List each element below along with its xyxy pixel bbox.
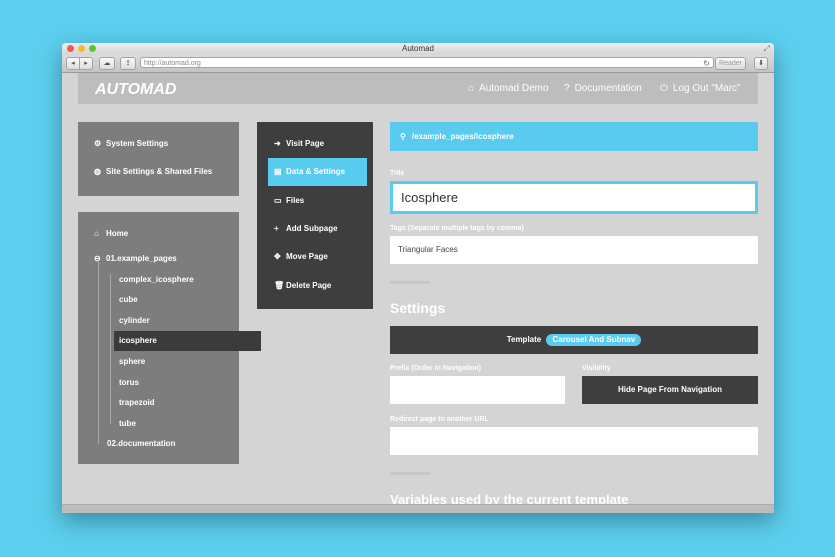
settings-panel: ⚙ System Settings ◍ Site Settings & Shared… [78,122,239,196]
files-button[interactable]: ▭ Files [268,187,367,215]
page-actions-menu: ➜ Visit Page ▤ Data & Settings ▭ Files + Add… [257,122,373,309]
tree-item-complex-icosphere[interactable]: complex_icosphere [119,275,194,285]
redirect-input[interactable] [390,427,758,455]
tree-item-torus[interactable]: torus [119,378,139,388]
address-bar[interactable]: http://automad.org ↻ [140,57,714,68]
nav-label: Documentation [574,83,642,94]
move-page-button[interactable]: ✥ Move Page [268,243,367,271]
nav-logout[interactable]: ⏻ Log Out "Marc" [660,83,741,95]
page-content: AUTOMAD ⌂ Automad Demo ? Documentation ⏻ Lo… [62,73,774,513]
visibility-label: Visibility [582,365,611,372]
template-label: Template [506,335,542,344]
redirect-label: Redirect page to another URL [390,416,489,423]
cloud-icon[interactable]: ☁ [99,57,115,70]
path-text: /example_pages/icosphere [411,132,514,141]
window-bottom-bar [62,504,774,513]
file-icon: ▤ [274,167,282,176]
browser-toolbar: ◂ ▸ ☁ ⇪ http://automad.org ↻ Reader ⬇ [62,55,774,73]
back-button[interactable]: ◂ [66,57,80,70]
home-icon: ⌂ [468,83,475,94]
title-bar: Automad ⤢ [62,43,774,55]
title-label: Title [390,170,405,177]
window-title: Automad [401,44,435,53]
menu-label: Visit Page [286,139,325,148]
gear-icon: ⚙ [94,139,102,148]
tree-line [98,262,99,444]
arrow-right-icon: ➜ [274,139,281,148]
power-icon: ⏻ [660,83,668,94]
fullscreen-icon[interactable]: ⤢ [764,44,770,54]
reload-icon[interactable]: ↻ [703,58,710,69]
tree-item-sphere[interactable]: sphere [119,357,145,367]
share-icon[interactable]: ⇪ [120,57,136,70]
home-icon: ⌂ [94,229,99,238]
tree-item-tube[interactable]: tube [119,419,136,429]
tree-item-cube[interactable]: cube [119,295,138,305]
prefix-label: Prefix (Order in Navigation) [390,365,482,372]
question-circle-icon: ? [564,83,570,94]
tree-item-trapezoid[interactable]: trapezoid [119,398,155,408]
menu-label: Files [286,196,305,205]
nav-label: Log Out "Marc" [672,83,741,94]
template-selector[interactable]: Template Carousel And Subnav [390,326,758,354]
nav-documentation[interactable]: ? Documentation [564,83,642,95]
site-settings-link[interactable]: ◍ Site Settings & Shared Files [94,167,212,177]
title-input[interactable]: Icosphere [390,181,758,214]
menu-label: Move Page [286,252,328,261]
tags-label: Tags (Separate multiple tags by comma) [390,225,524,232]
reader-button[interactable]: Reader [715,57,746,70]
settings-heading: Settings [390,300,446,316]
menu-label: System Settings [106,139,169,148]
browser-window: Automad ⤢ ◂ ▸ ☁ ⇪ http://automad.org ↻ R… [62,43,774,513]
url-text: http://automad.org [144,60,201,67]
forward-button[interactable]: ▸ [79,57,93,70]
downloads-icon[interactable]: ⬇ [754,57,768,70]
delete-page-button[interactable]: 🗑 Delete Page [268,272,367,300]
tree-item-cylinder[interactable]: cylinder [119,316,150,326]
trash-icon: 🗑 [274,281,285,290]
divider [390,281,430,284]
folder-icon: ▭ [274,196,282,205]
prefix-input[interactable] [390,376,565,404]
menu-label: Site Settings & Shared Files [106,167,213,176]
tree-item-example-pages[interactable]: ⊖ 01.example_pages [94,254,177,264]
data-settings-button[interactable]: ▤ Data & Settings [268,158,367,186]
minus-circle-icon: ⊖ [94,254,101,263]
system-settings-link[interactable]: ⚙ System Settings [94,139,168,149]
tree-label: Home [106,229,129,238]
menu-label: Delete Page [286,281,332,290]
automad-logo[interactable]: AUTOMAD [95,81,176,99]
page-tree-panel: ⌂ Home ⊖ 01.example_pages complex_icospher… [78,212,261,464]
site-header: AUTOMAD ⌂ Automad Demo ? Documentation ⏻ Lo… [78,73,758,104]
tree-item-icosphere[interactable]: icosphere [119,336,157,346]
template-badge: Carousel And Subnav [546,334,642,346]
divider [390,472,430,475]
tree-item-documentation[interactable]: 02.documentation [107,439,175,449]
add-subpage-button[interactable]: + Add Subpage [268,215,367,243]
nav-label: Automad Demo [479,83,549,94]
move-icon: ✥ [274,252,281,261]
menu-label: Add Subpage [286,224,338,233]
tags-input[interactable]: Triangular Faces [390,236,758,264]
globe-icon: ◍ [94,167,101,176]
tree-item-home[interactable]: ⌂ Home [94,229,128,239]
visit-page-button[interactable]: ➜ Visit Page [268,130,367,158]
tree-line [110,274,111,424]
page-path-link[interactable]: ⚲ /example_pages/icosphere [390,122,758,151]
hide-from-navigation-button[interactable]: Hide Page From Navigation [582,376,758,404]
nav-automad-demo[interactable]: ⌂ Automad Demo [468,83,549,95]
tree-label: 01.example_pages [106,254,177,263]
plus-icon: + [274,224,279,233]
menu-label: Data & Settings [286,167,346,176]
link-icon: ⚲ [400,132,406,141]
